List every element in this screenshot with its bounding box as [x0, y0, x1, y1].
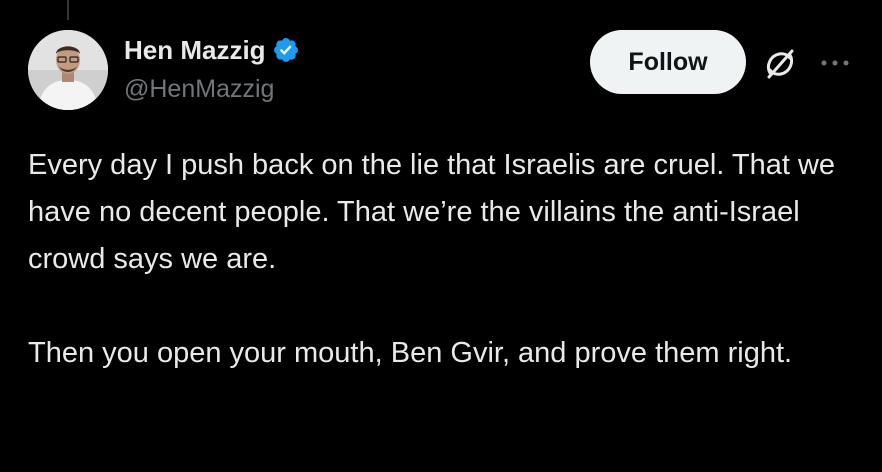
grok-icon[interactable]	[762, 46, 798, 82]
tweet-paragraph: Then you open your mouth, Ben Gvir, and …	[28, 337, 793, 369]
more-options-icon[interactable]	[818, 56, 852, 70]
tweet-text: Every day I push back on the lie that Is…	[28, 142, 868, 377]
author-name-row: Hen Mazzig	[124, 34, 300, 66]
avatar[interactable]	[28, 30, 108, 110]
author-display-name[interactable]: Hen Mazzig	[124, 35, 266, 66]
thread-connector-line	[67, 0, 69, 20]
verified-badge-icon[interactable]	[272, 36, 300, 64]
author-handle[interactable]: @HenMazzig	[124, 75, 274, 104]
follow-button[interactable]: Follow	[590, 30, 746, 94]
tweet-paragraph: Every day I push back on the lie that Is…	[28, 149, 836, 275]
profile-photo-icon	[28, 30, 108, 110]
